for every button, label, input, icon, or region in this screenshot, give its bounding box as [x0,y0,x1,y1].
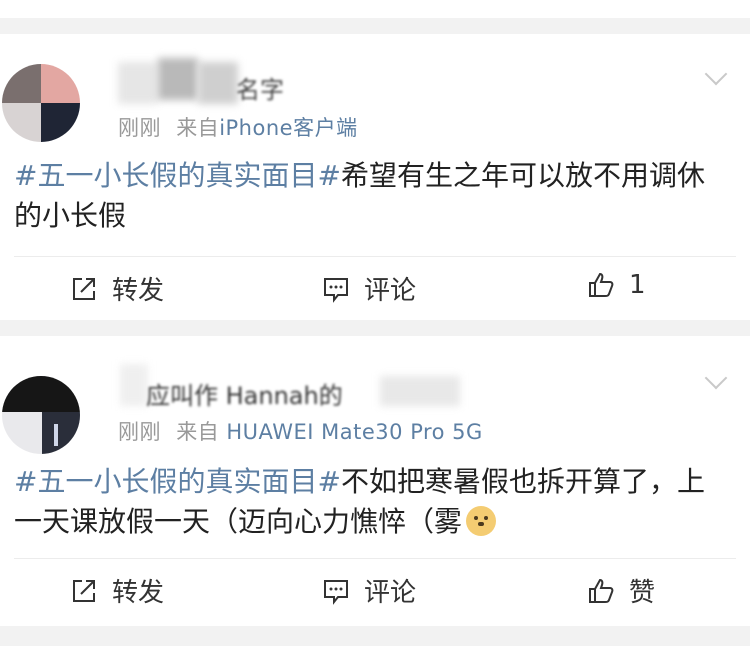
thumbs-up-icon [587,577,615,605]
repost-icon [70,275,98,303]
like-button[interactable]: 赞 [587,572,655,609]
comment-label: 评论 [364,578,417,608]
comment-button[interactable]: 评论 [322,572,416,609]
weibo-post: 名字 刚刚 来自iPhone客户端 #五一小长假的真实面目#希望有生之年可以放不… [0,34,750,320]
source-prefix: 来自 [176,116,220,140]
post-meta: 刚刚 来自 HUAWEI Mate30 Pro 5G [118,416,483,446]
like-label: 赞 [629,578,656,608]
hashtag-link[interactable]: #五一小长假的真实面目# [14,159,341,192]
source-prefix: 来自 [176,420,220,444]
post-source-device[interactable]: iPhone客户端 [219,116,357,140]
hashtag-link[interactable]: #五一小长假的真实面目# [14,465,341,498]
comment-icon [322,275,350,303]
previous-post-card-edge [0,0,750,18]
chevron-down-icon[interactable] [704,366,728,390]
username-text: 应叫作 Hannah的 [146,382,343,410]
like-button[interactable]: 1 [587,270,646,300]
repost-label: 转发 [112,276,165,306]
post-content: #五一小长假的真实面目#不如把寒暑假也拆开算了，上一天课放假一天（迈向心力憔悴（… [14,462,720,542]
doge-emoji [466,506,497,536]
weibo-post: 应叫作 Hannah的 刚刚 来自 HUAWEI Mate30 Pro 5G #… [0,336,750,626]
repost-button[interactable]: 转发 [70,270,164,307]
post-meta: 刚刚 来自iPhone客户端 [118,112,358,142]
divider [14,256,736,257]
comment-button[interactable]: 评论 [322,270,416,307]
avatar[interactable] [2,64,80,142]
post-source-device[interactable]: HUAWEI Mate30 Pro 5G [226,420,482,444]
repost-icon [70,577,98,605]
repost-button[interactable]: 转发 [70,572,164,609]
post-time: 刚刚 [118,420,161,444]
divider [14,558,736,559]
avatar[interactable] [2,376,80,454]
thumbs-up-icon [587,271,615,299]
like-count: 1 [629,270,646,300]
repost-label: 转发 [112,578,165,608]
post-time: 刚刚 [118,116,161,140]
comment-icon [322,577,350,605]
username-text: 名字 [236,76,284,104]
post-content: #五一小长假的真实面目#希望有生之年可以放不用调休的小长假 [14,156,720,236]
chevron-down-icon[interactable] [704,62,728,86]
comment-label: 评论 [364,276,417,306]
